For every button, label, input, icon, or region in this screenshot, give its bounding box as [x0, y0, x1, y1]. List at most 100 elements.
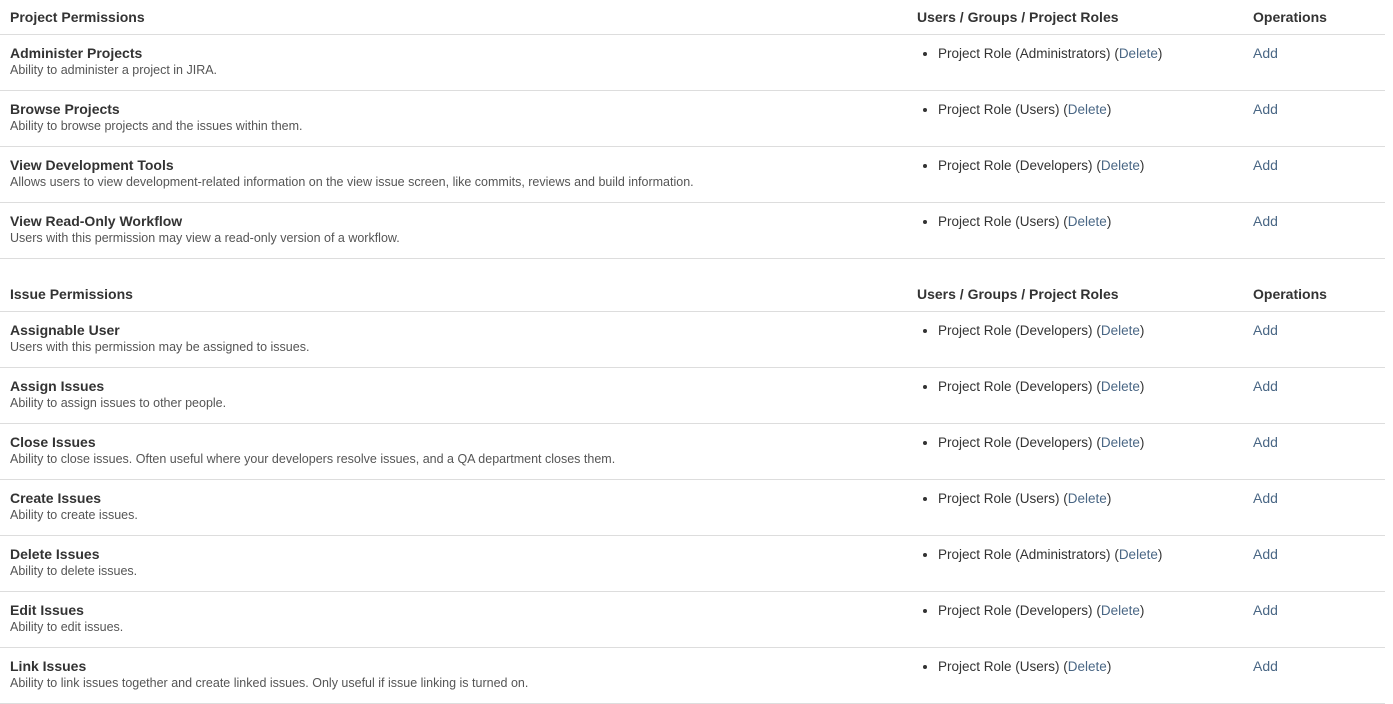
role-list-item: Project Role (Developers) (Delete) — [938, 157, 1244, 174]
role-label: Project Role (Administrators) — [938, 46, 1111, 61]
role-list: Project Role (Users) (Delete) — [908, 658, 1244, 675]
add-permission-link[interactable]: Add — [1253, 658, 1278, 674]
delete-role-link[interactable]: Delete — [1119, 547, 1158, 562]
permission-operations-cell: Add — [1248, 311, 1385, 368]
column-header-users-groups-roles: Users / Groups / Project Roles — [908, 277, 1248, 312]
permission-operations-cell: Add — [1248, 34, 1385, 91]
permission-row: Administer Projects Ability to administer… — [0, 34, 1385, 91]
role-list-item: Project Role (Users) (Delete) — [938, 490, 1244, 507]
delete-role-link[interactable]: Delete — [1101, 158, 1140, 173]
role-label: Project Role (Administrators) — [938, 547, 1111, 562]
permission-operations-cell: Add — [1248, 591, 1385, 648]
add-permission-link[interactable]: Add — [1253, 213, 1278, 229]
role-label: Project Role (Developers) — [938, 379, 1093, 394]
role-label: Project Role (Users) — [938, 659, 1060, 674]
permission-name-cell: Assignable User Users with this permissio… — [0, 311, 908, 368]
permission-roles-cell: Project Role (Administrators) (Delete) — [908, 34, 1248, 91]
close-paren: ) — [1157, 547, 1163, 562]
role-list-item: Project Role (Administrators) (Delete) — [938, 546, 1244, 563]
permission-name-cell: Administer Projects Ability to administer… — [0, 34, 908, 91]
permission-row: View Development Tools Allows users to vi… — [0, 146, 1385, 203]
role-list: Project Role (Developers) (Delete) — [908, 322, 1244, 339]
role-label: Project Role (Developers) — [938, 603, 1093, 618]
role-list: Project Role (Users) (Delete) — [908, 213, 1244, 230]
close-paren: ) — [1139, 435, 1145, 450]
close-paren: ) — [1139, 158, 1145, 173]
permission-row: Close Issues Ability to close issues. Oft… — [0, 423, 1385, 480]
permission-name-cell: Create Issues Ability to create issues. — [0, 479, 908, 536]
delete-role-link[interactable]: Delete — [1101, 323, 1140, 338]
delete-role-link[interactable]: Delete — [1068, 102, 1107, 117]
permission-title: Assign Issues — [10, 378, 105, 394]
delete-role-link[interactable]: Delete — [1101, 603, 1140, 618]
role-label: Project Role (Developers) — [938, 158, 1093, 173]
delete-role-link[interactable]: Delete — [1101, 379, 1140, 394]
permission-operations-cell: Add — [1248, 479, 1385, 536]
delete-role-link[interactable]: Delete — [1068, 214, 1107, 229]
role-list: Project Role (Users) (Delete) — [908, 101, 1244, 118]
delete-role-link[interactable]: Delete — [1068, 659, 1107, 674]
add-permission-link[interactable]: Add — [1253, 490, 1278, 506]
permission-row: Assignable User Users with this permissio… — [0, 311, 1385, 368]
role-label: Project Role (Developers) — [938, 435, 1093, 450]
close-paren: ) — [1106, 659, 1112, 674]
role-list: Project Role (Administrators) (Delete) — [908, 546, 1244, 563]
permission-title: Create Issues — [10, 490, 102, 506]
close-paren: ) — [1139, 603, 1145, 618]
permission-roles-cell: Project Role (Users) (Delete) — [908, 202, 1248, 259]
section-header-row: Project Permissions Users / Groups / Proj… — [0, 0, 1385, 35]
permission-operations-cell: Add — [1248, 423, 1385, 480]
permission-roles-cell: Project Role (Users) (Delete) — [908, 647, 1248, 704]
permission-description: Ability to create issues. — [10, 508, 138, 522]
permission-name-cell: Assign Issues Ability to assign issues to… — [0, 367, 908, 424]
role-label: Project Role (Developers) — [938, 323, 1093, 338]
permission-title: Link Issues — [10, 658, 87, 674]
permission-operations-cell: Add — [1248, 202, 1385, 259]
permission-row: Edit Issues Ability to edit issues. Projec… — [0, 591, 1385, 648]
permission-row: Assign Issues Ability to assign issues to… — [0, 367, 1385, 424]
role-list: Project Role (Developers) (Delete) — [908, 157, 1244, 174]
permission-title: Administer Projects — [10, 45, 143, 61]
role-label: Project Role (Users) — [938, 214, 1060, 229]
permission-roles-cell: Project Role (Developers) (Delete) — [908, 146, 1248, 203]
add-permission-link[interactable]: Add — [1253, 434, 1278, 450]
permission-title: Edit Issues — [10, 602, 84, 618]
role-list: Project Role (Developers) (Delete) — [908, 602, 1244, 619]
role-list-item: Project Role (Users) (Delete) — [938, 658, 1244, 675]
delete-role-link[interactable]: Delete — [1101, 435, 1140, 450]
add-permission-link[interactable]: Add — [1253, 45, 1278, 61]
column-header-users-groups-roles: Users / Groups / Project Roles — [908, 0, 1248, 35]
close-paren: ) — [1106, 214, 1112, 229]
role-label: Project Role (Users) — [938, 491, 1060, 506]
close-paren: ) — [1157, 46, 1163, 61]
role-list-item: Project Role (Developers) (Delete) — [938, 322, 1244, 339]
role-list: Project Role (Users) (Delete) — [908, 490, 1244, 507]
add-permission-link[interactable]: Add — [1253, 101, 1278, 117]
permission-name-cell: View Development Tools Allows users to vi… — [0, 146, 908, 203]
role-list-item: Project Role (Users) (Delete) — [938, 101, 1244, 118]
permission-title: Close Issues — [10, 434, 96, 450]
delete-role-link[interactable]: Delete — [1119, 46, 1158, 61]
permission-description: Ability to browse projects and the issue… — [10, 119, 303, 133]
add-permission-link[interactable]: Add — [1253, 157, 1278, 173]
permission-description: Ability to assign issues to other people… — [10, 396, 227, 410]
section-title: Issue Permissions — [0, 277, 908, 312]
close-paren: ) — [1139, 379, 1145, 394]
add-permission-link[interactable]: Add — [1253, 602, 1278, 618]
add-permission-link[interactable]: Add — [1253, 322, 1278, 338]
permission-operations-cell: Add — [1248, 146, 1385, 203]
delete-role-link[interactable]: Delete — [1068, 491, 1107, 506]
add-permission-link[interactable]: Add — [1253, 378, 1278, 394]
permission-roles-cell: Project Role (Administrators) (Delete) — [908, 535, 1248, 592]
permission-row: Link Issues Ability to link issues togeth… — [0, 647, 1385, 704]
section-header-row: Issue Permissions Users / Groups / Projec… — [0, 277, 1385, 312]
permission-title: Browse Projects — [10, 101, 120, 117]
permission-row: View Read-Only Workflow Users with this p… — [0, 202, 1385, 259]
add-permission-link[interactable]: Add — [1253, 546, 1278, 562]
permission-title: View Development Tools — [10, 157, 174, 173]
role-list-item: Project Role (Users) (Delete) — [938, 213, 1244, 230]
permission-name-cell: Delete Issues Ability to delete issues. — [0, 535, 908, 592]
permission-name-cell: View Read-Only Workflow Users with this p… — [0, 202, 908, 259]
close-paren: ) — [1106, 491, 1112, 506]
column-header-operations: Operations — [1248, 0, 1385, 35]
